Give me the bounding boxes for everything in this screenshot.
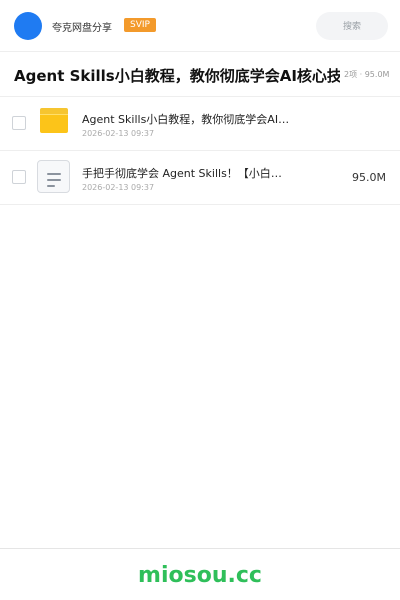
select-checkbox[interactable] [12, 170, 26, 184]
page-title: Agent Skills小白教程，教你彻底学会AI核心技能 [14, 67, 340, 85]
search-button[interactable]: 搜索 [316, 12, 388, 40]
footer: miosou.cc [0, 548, 400, 600]
file-name[interactable]: Agent Skills小白教程，教你彻底学会AI核心技能 [82, 111, 290, 127]
file-date: 2026-02-13 09:37 [82, 129, 155, 138]
folder-icon [40, 108, 68, 133]
list-item[interactable]: 手把手彻底学会 Agent Skills！【小白教程】 2026-02-13 0… [0, 151, 400, 205]
share-title-row: Agent Skills小白教程，教你彻底学会AI核心技能 2项 · 95.0M [0, 52, 400, 97]
document-icon [37, 160, 70, 193]
select-checkbox[interactable] [12, 116, 26, 130]
file-date: 2026-02-13 09:37 [82, 183, 155, 192]
avatar[interactable] [14, 12, 42, 40]
header: 夸克网盘分享 SVIP 搜索 [0, 0, 400, 52]
share-meta: 2项 · 95.0M [344, 70, 390, 79]
svip-badge: SVIP [124, 18, 156, 32]
file-size: 95.0M [352, 171, 386, 184]
file-name[interactable]: 手把手彻底学会 Agent Skills！【小白教程】 [82, 165, 290, 181]
share-page: 夸克网盘分享 SVIP 搜索 Agent Skills小白教程，教你彻底学会AI… [0, 0, 400, 600]
footer-brand[interactable]: miosou.cc [0, 563, 400, 588]
list-item[interactable]: Agent Skills小白教程，教你彻底学会AI核心技能 2026-02-13… [0, 97, 400, 151]
app-name: 夸克网盘分享 [52, 23, 112, 34]
